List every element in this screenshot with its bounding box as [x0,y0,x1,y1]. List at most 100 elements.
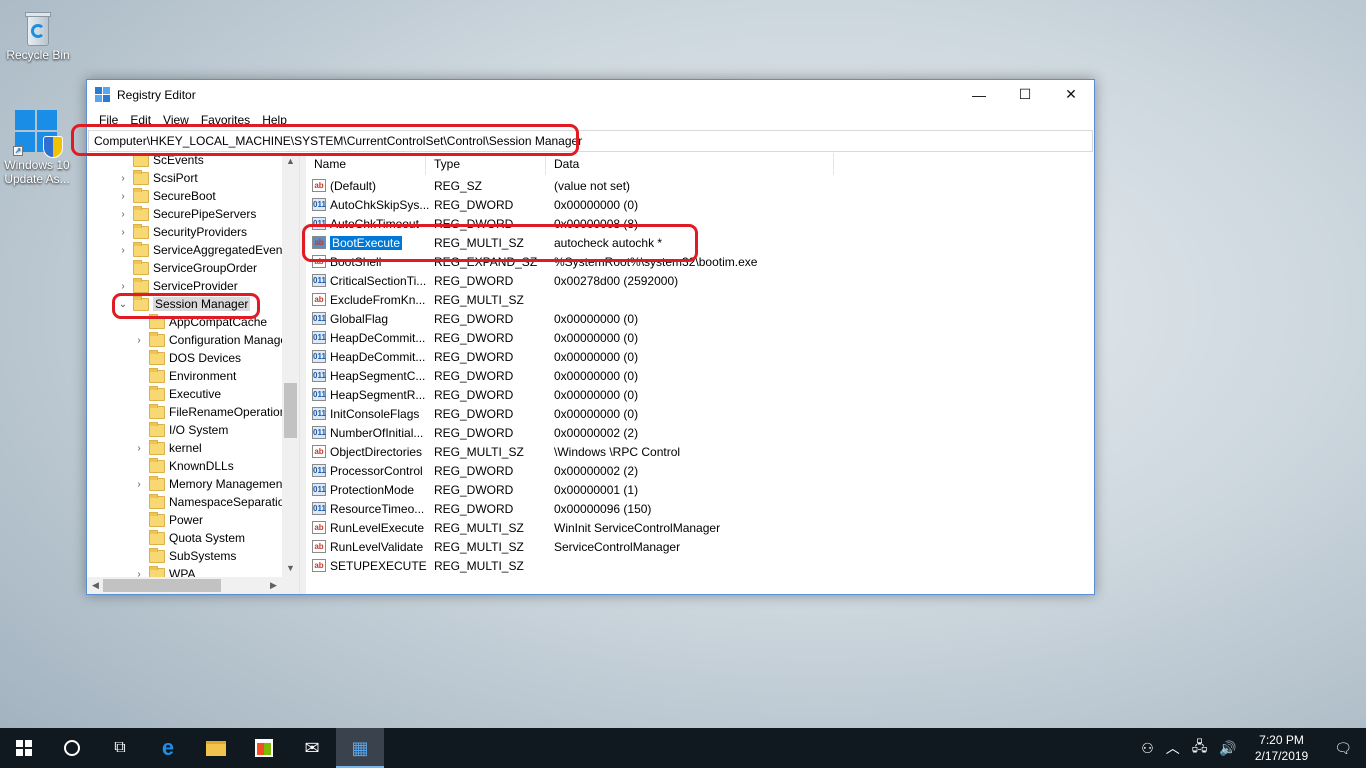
chevron-right-icon[interactable]: › [133,335,145,346]
value-row[interactable]: 011 HeapDeCommit... REG_DWORD 0x00000000 (0… [306,328,854,347]
menu-favorites[interactable]: Favorites [195,113,256,127]
value-row[interactable]: 011 HeapDeCommit... REG_DWORD 0x00000000 (0… [306,347,854,366]
chevron-right-icon[interactable]: › [117,191,129,202]
scroll-left-arrow-icon[interactable]: ◀ [87,577,104,594]
tree-item[interactable]: ⌄ Session Manager [117,295,251,313]
clock[interactable]: 7:20 PM 2/17/2019 [1243,732,1320,764]
tree-item[interactable]: SubSystems [133,547,236,565]
people-icon[interactable]: ⚇ [1135,740,1160,757]
tree-item[interactable]: I/O System [133,421,228,439]
tree-item[interactable]: Quota System [133,529,245,547]
value-row[interactable]: 011 AutoChkSkipSys... REG_DWORD 0x00000000 … [306,195,854,214]
value-row[interactable]: 011 GlobalFlag REG_DWORD 0x00000000 (0) [306,309,854,328]
tree-item[interactable]: FileRenameOperations [133,403,292,421]
file-explorer-button[interactable] [192,728,240,768]
folder-icon [133,223,149,239]
value-row[interactable]: ab RunLevelValidate REG_MULTI_SZ ServiceCon… [306,537,854,556]
tree-item[interactable]: › ServiceAggregatedEvents [117,241,292,259]
scroll-thumb[interactable] [284,383,297,438]
mail-button[interactable]: ✉ [288,728,336,768]
address-bar[interactable]: Computer\HKEY_LOCAL_MACHINE\SYSTEM\Curre… [88,130,1093,152]
tree-item[interactable]: Power [133,511,203,529]
value-name: BootShell [330,254,382,269]
value-row[interactable]: 011 ResourceTimeo... REG_DWORD 0x00000096 (… [306,499,854,518]
chevron-up-icon[interactable]: ︿ [1160,738,1186,758]
tree-item[interactable]: › Configuration Manager [133,331,291,349]
scroll-down-arrow-icon[interactable]: ▼ [282,560,299,577]
close-button[interactable]: ✕ [1048,80,1094,109]
menu-file[interactable]: File [93,113,124,127]
minimize-button[interactable]: — [956,80,1002,109]
tree-item[interactable]: › SecurePipeServers [117,205,256,223]
desktop-icon-recycle-bin[interactable]: Recycle Bin [2,10,74,62]
binary-value-icon: 011 [312,331,326,344]
column-header-type[interactable]: Type [426,153,546,175]
key-tree[interactable]: › WPA SubSystems Quota System Power Namespace… [87,153,300,594]
tree-item[interactable]: ServiceGroupOrder [117,259,257,277]
edge-button[interactable]: e [144,728,192,768]
chevron-right-icon[interactable]: › [117,209,129,220]
chevron-right-icon[interactable]: › [133,443,145,454]
store-button[interactable] [240,728,288,768]
menu-view[interactable]: View [157,113,195,127]
tree-item[interactable]: Environment [133,367,236,385]
value-row[interactable]: 011 HeapSegmentC... REG_DWORD 0x00000000 (0… [306,366,854,385]
tree-item[interactable]: › SecurityProviders [117,223,247,241]
scroll-up-arrow-icon[interactable]: ▲ [282,153,299,170]
value-row[interactable]: ab BootExecute REG_MULTI_SZ autocheck autoc… [306,233,854,252]
value-row[interactable]: ab SETUPEXECUTE REG_MULTI_SZ [306,556,854,575]
value-row[interactable]: 011 HeapSegmentR... REG_DWORD 0x00000000 (0… [306,385,854,404]
start-button[interactable] [0,728,48,768]
chevron-right-icon[interactable]: › [117,245,129,256]
tree-horizontal-scrollbar[interactable]: ◀ ▶ [87,577,282,594]
menu-bar: File Edit View Favorites Help [87,110,1094,130]
tree-item[interactable]: › ServiceProvider [117,277,238,295]
tree-item[interactable]: ScEvents [117,153,204,169]
chevron-right-icon[interactable]: › [117,281,129,292]
value-row[interactable]: 011 NumberOfInitial... REG_DWORD 0x00000002… [306,423,854,442]
desktop-icon-windows-update-assistant[interactable]: ↗ Windows 10 Update As... [1,110,73,186]
volume-icon[interactable]: 🔊 [1213,740,1242,757]
tree-vertical-scrollbar[interactable]: ▲ ▼ [282,153,299,577]
value-row[interactable]: 011 ProcessorControl REG_DWORD 0x00000002 (… [306,461,854,480]
scroll-right-arrow-icon[interactable]: ▶ [265,577,282,594]
tree-item[interactable]: KnownDLLs [133,457,234,475]
tree-item[interactable]: AppCompatCache [133,313,267,331]
value-row[interactable]: ab ExcludeFromKn... REG_MULTI_SZ [306,290,854,309]
chevron-right-icon[interactable]: › [133,479,145,490]
value-row[interactable]: 011 AutoChkTimeout REG_DWORD 0x00000008 (8) [306,214,854,233]
chevron-right-icon[interactable]: › [117,227,129,238]
value-row[interactable]: ab ObjectDirectories REG_MULTI_SZ \Windows … [306,442,854,461]
value-row[interactable]: ab BootShell REG_EXPAND_SZ %SystemRoot%\sys… [306,252,854,271]
task-view-button[interactable]: ⧉ [96,728,144,768]
title-bar[interactable]: Registry Editor — ☐ ✕ [87,80,1094,110]
value-row[interactable]: ab RunLevelExecute REG_MULTI_SZ WinInit Ser… [306,518,854,537]
tree-item[interactable]: › SecureBoot [117,187,216,205]
menu-help[interactable]: Help [256,113,293,127]
tree-item[interactable]: NamespaceSeparation [133,493,291,511]
tree-item[interactable]: Executive [133,385,221,403]
action-center-icon[interactable]: 🗨 [1320,740,1366,757]
tree-item[interactable]: DOS Devices [133,349,241,367]
value-name: NumberOfInitial... [330,425,424,440]
value-data: 0x00000001 (1) [554,482,639,497]
maximize-button[interactable]: ☐ [1002,80,1048,109]
network-icon[interactable]: 🖧 [1186,736,1214,760]
value-row[interactable]: 011 InitConsoleFlags REG_DWORD 0x00000000 (… [306,404,854,423]
scroll-thumb[interactable] [103,579,221,592]
search-button[interactable] [48,728,96,768]
tree-item[interactable]: › kernel [133,439,202,457]
registry-editor-taskbar-button[interactable]: ▦ [336,728,384,768]
chevron-down-icon[interactable]: ⌄ [117,299,129,310]
menu-edit[interactable]: Edit [124,113,157,127]
value-row[interactable]: 011 ProtectionMode REG_DWORD 0x00000001 (1) [306,480,854,499]
tree-item[interactable]: › Memory Management [133,475,286,493]
value-row[interactable]: ab (Default) REG_SZ (value not set) [306,176,854,195]
column-header-name[interactable]: Name [306,153,426,175]
column-header-data[interactable]: Data [546,153,834,175]
value-row[interactable]: 011 CriticalSectionTi... REG_DWORD 0x00278d… [306,271,854,290]
tree-item[interactable]: › ScsiPort [117,169,198,187]
tree-item-label: Session Manager [153,297,251,311]
values-list[interactable]: Name Type Data ab (Default) REG_SZ (value n… [306,153,1094,594]
chevron-right-icon[interactable]: › [117,173,129,184]
